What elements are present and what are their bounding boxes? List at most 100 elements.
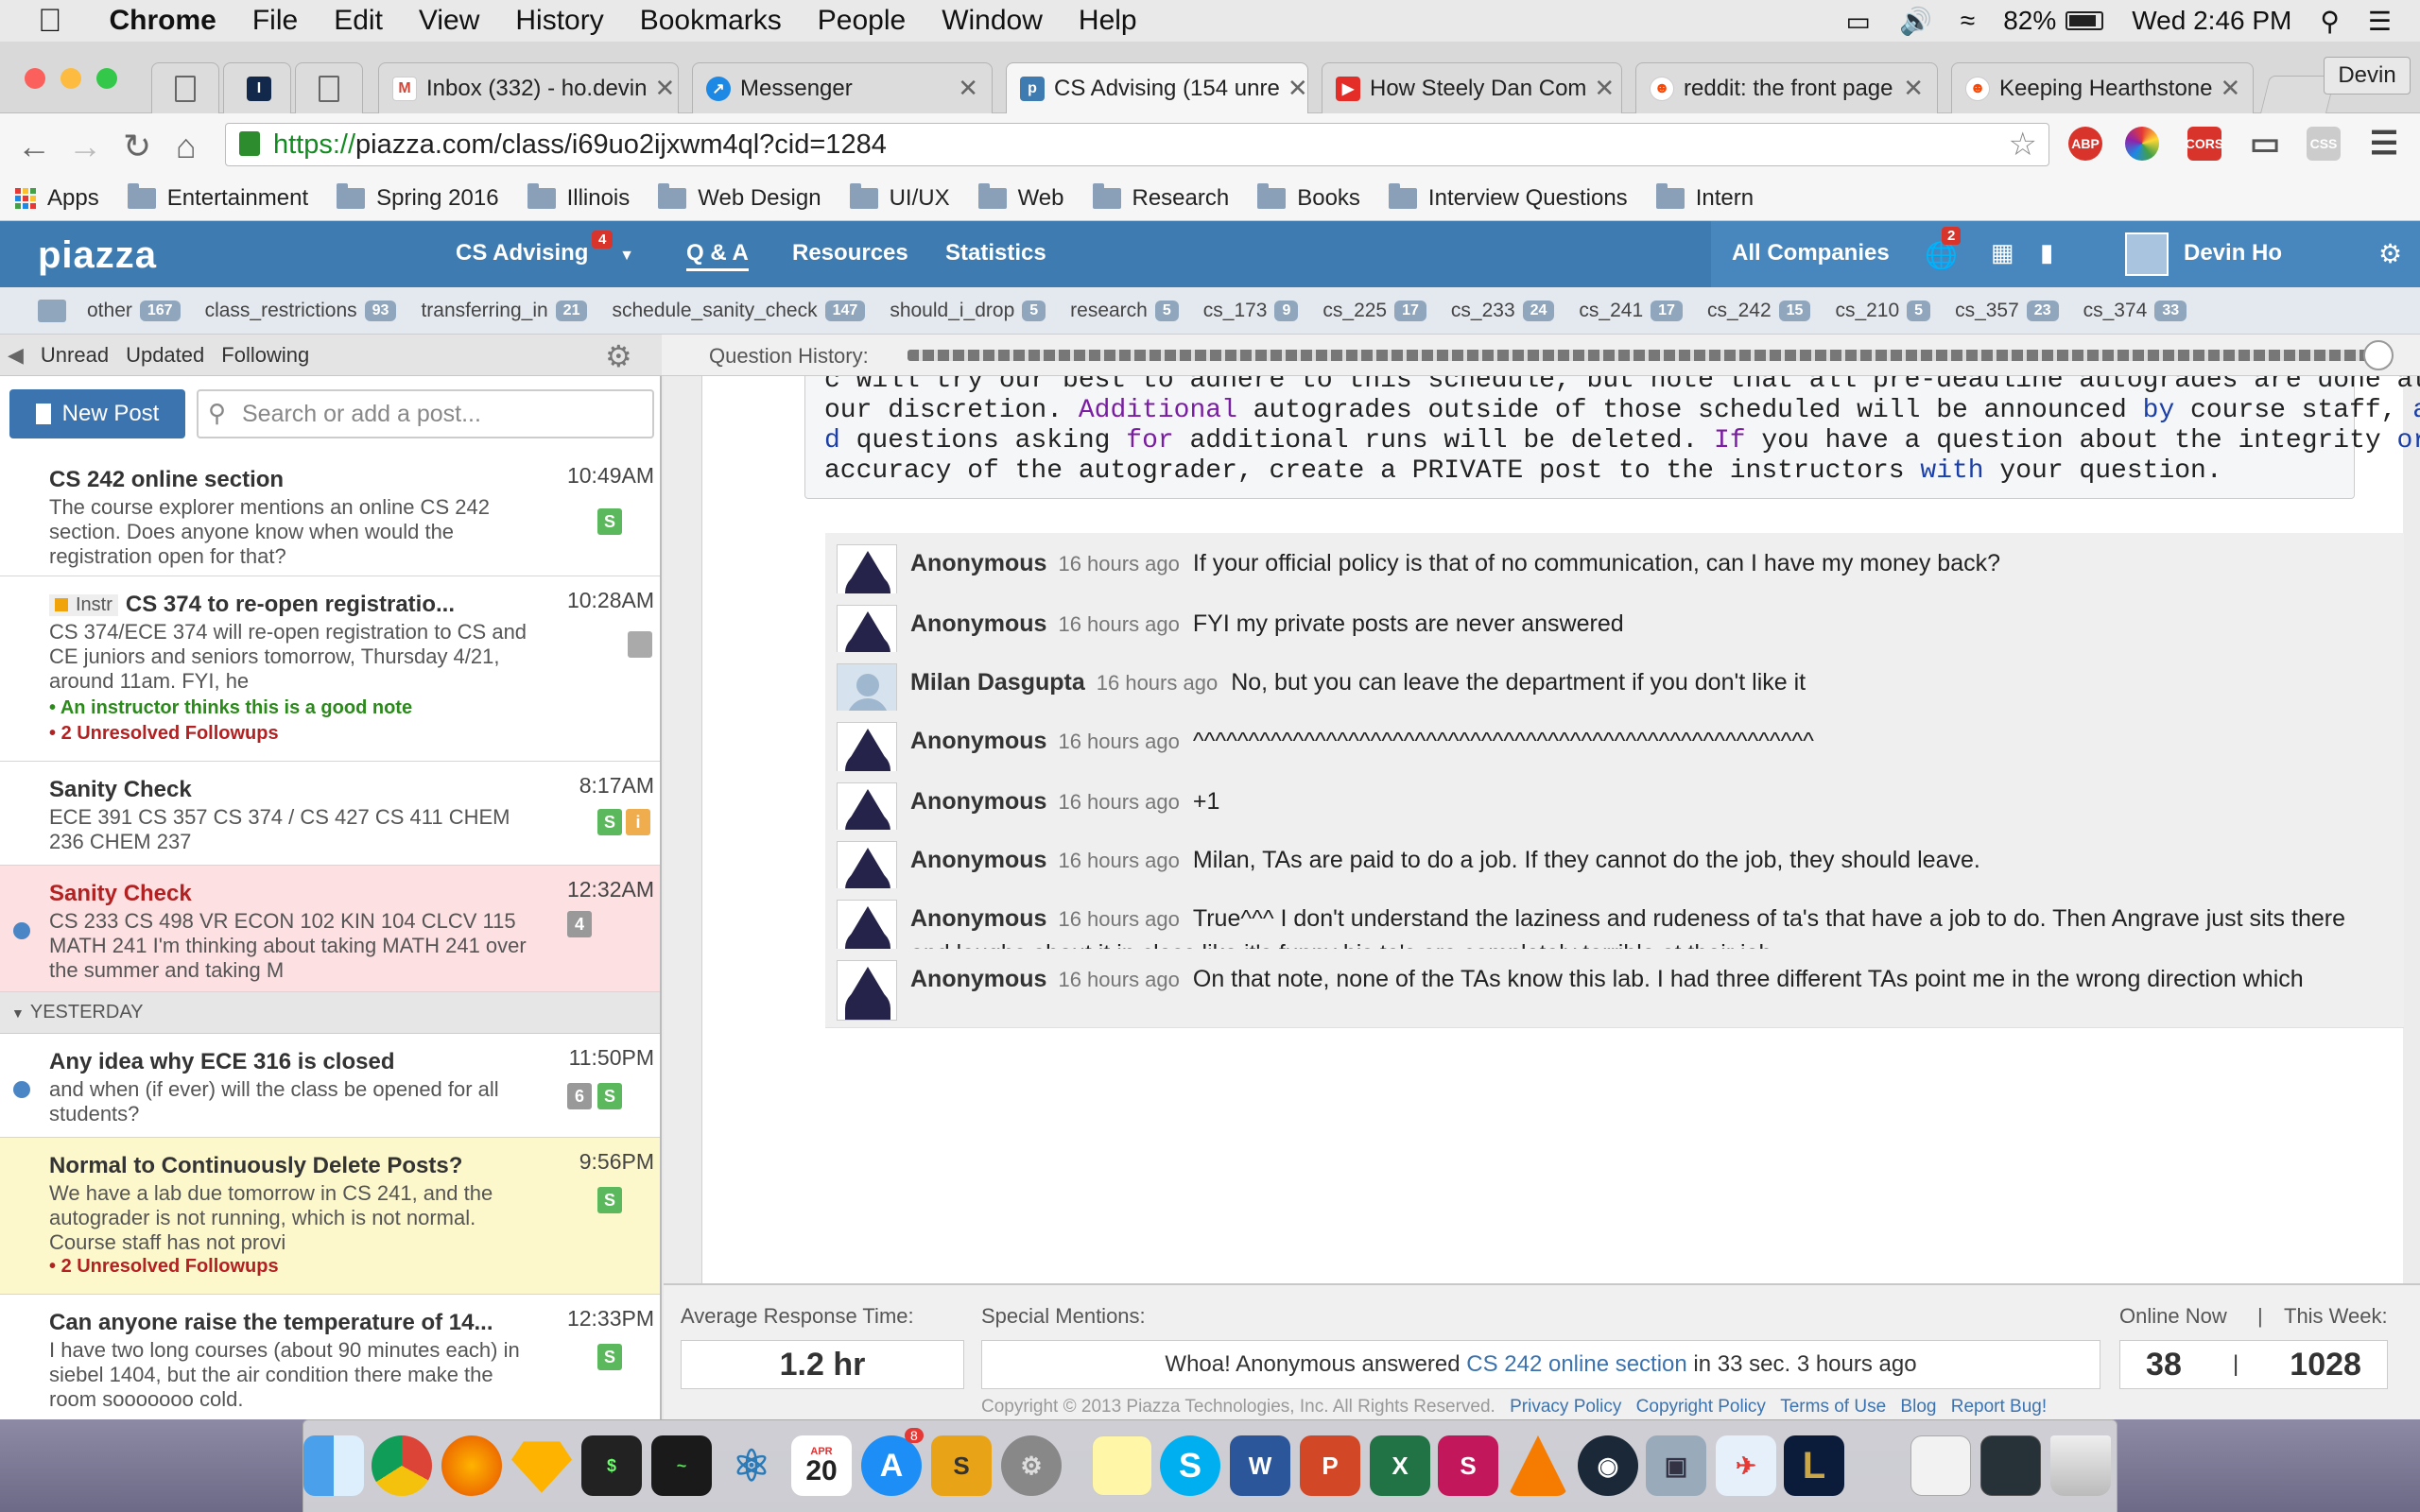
special-mention-link[interactable]: CS 242 online section [1466,1351,1686,1378]
tab-close-icon[interactable]: ✕ [1280,74,1307,103]
tab-reddit-hearthstone[interactable]: ☻ Keeping Hearthstone ✕ [1951,62,2254,113]
calendar-icon[interactable]: ▦ [1991,238,2014,267]
user-name[interactable]: Devin Ho [2184,240,2282,266]
folder-tab-cs-210[interactable]: cs_210 5 [1835,300,1931,322]
feed-item-pinned[interactable]: Normal to Continuously Delete Posts? We … [0,1138,660,1295]
nav-resources[interactable]: Resources [792,240,908,266]
tab-youtube[interactable]: ▶ How Steely Dan Com ✕ [1322,62,1622,113]
adblock-plus-icon[interactable]: ABP [2068,127,2102,161]
piazza-logo[interactable]: piazza [38,234,157,277]
bookmark-web-design[interactable]: Web Design [658,182,821,212]
author-name[interactable]: Anonymous [910,905,1046,932]
folder-tab-transferring-in[interactable]: transferring_in 21 [421,300,588,322]
airplay-icon[interactable]: ▭ [1845,6,1870,37]
color-wheel-icon[interactable] [2125,127,2159,161]
league-of-legends-icon[interactable]: L [1784,1435,1844,1496]
folder-tab-cs-225[interactable]: cs_225 17 [1322,300,1426,322]
sketch-icon[interactable] [511,1441,572,1493]
reload-icon[interactable]: ↻ [123,127,151,166]
cors-extension-icon[interactable]: CORS [2186,127,2223,161]
app-store-icon[interactable]: A [861,1435,922,1496]
notes-icon[interactable] [1092,1435,1152,1496]
wifi-icon[interactable]: ≈ [1961,6,1975,36]
author-name[interactable]: Anonymous [910,847,1046,873]
folder-tab-schedule-sanity-check[interactable]: schedule_sanity_check 147 [612,300,866,322]
battery-percent[interactable]: 82% [2003,6,2056,36]
author-name[interactable]: Anonymous [910,788,1046,815]
calendar-icon[interactable]: APR 20 [791,1435,852,1496]
author-name[interactable]: Anonymous [910,966,1046,992]
skype-icon[interactable]: S [1160,1435,1220,1496]
settings-gear-icon[interactable]: ⚙ [2378,238,2402,269]
trash-icon[interactable] [2050,1435,2111,1496]
tab-pinned-illinois[interactable]: I [223,62,291,113]
menu-history[interactable]: History [515,5,603,37]
slider-handle[interactable] [2363,340,2394,370]
folder-tab-other[interactable]: other 167 [87,300,181,322]
menu-app-chrome[interactable]: Chrome [110,5,216,37]
feed-item[interactable]: Sanity Check ECE 391 CS 357 CS 374 / CS … [0,762,660,866]
folder-tab-should-i-drop[interactable]: should_i_drop 5 [890,300,1046,322]
atom-icon[interactable]: ⚛ [721,1435,782,1496]
activity-monitor-icon[interactable]: ~ [651,1435,712,1496]
folder-tab-cs-374[interactable]: cs_374 33 [2083,300,2187,322]
tab-close-icon[interactable]: ✕ [647,74,675,103]
chrome-menu-icon[interactable]: ☰ [2367,126,2401,162]
menu-window[interactable]: Window [942,5,1043,37]
author-name[interactable]: Milan Dasgupta [910,669,1085,696]
steam-icon[interactable]: ◉ [1578,1435,1638,1496]
spotlight-search-icon[interactable]: ⚲ [2320,6,2340,37]
tab-close-icon[interactable]: ✕ [950,74,978,103]
powerpoint-icon[interactable]: P [1300,1435,1360,1496]
airmail-icon[interactable]: ✈ [1716,1435,1776,1496]
folder-icon[interactable] [38,299,66,322]
close-window-icon[interactable] [25,68,45,89]
bookmark-spring-2016[interactable]: Spring 2016 [337,182,499,212]
author-name[interactable]: Anonymous [910,610,1046,637]
forward-arrow-icon[interactable]: → [68,127,102,166]
tab-piazza-active[interactable]: p CS Advising (154 unre ✕ [1006,62,1308,113]
vlc-icon[interactable] [1508,1435,1568,1496]
chat-icon[interactable]: ▮ [2040,238,2053,267]
nav-statistics[interactable]: Statistics [945,240,1046,266]
downloads-stack-icon[interactable] [1910,1435,1971,1496]
folder-tab-cs-357[interactable]: cs_357 23 [1955,300,2059,322]
new-post-button[interactable]: New Post [9,389,185,438]
cast-icon[interactable]: ▭ [2248,126,2282,162]
feed-item[interactable]: Instr CS 374 to re-open registratio... CS… [0,576,660,762]
feed-item[interactable]: CS 242 online section The course explore… [0,452,660,576]
clock[interactable]: Wed 2:46 PM [2132,6,2291,36]
excel-icon[interactable]: X [1370,1435,1430,1496]
folder-tab-cs-233[interactable]: cs_233 24 [1451,300,1555,322]
menu-file[interactable]: File [252,5,298,37]
slack-style-icon[interactable]: S [1438,1435,1498,1496]
bookmark-entertainment[interactable]: Entertainment [127,182,308,212]
battery-icon[interactable] [2066,11,2104,30]
menu-bookmarks[interactable]: Bookmarks [640,5,782,37]
system-preferences-icon[interactable]: ⚙ [1001,1435,1062,1496]
bookmark-interview-questions[interactable]: Interview Questions [1388,182,1628,212]
menu-view[interactable]: View [419,5,479,37]
sublime-text-icon[interactable]: S [931,1435,992,1496]
home-icon[interactable]: ⌂ [176,127,197,166]
tab-pinned-blank-2[interactable] [295,62,363,113]
tab-gmail[interactable]: M Inbox (332) - ho.devin ✕ [378,62,679,113]
search-input[interactable]: ⚲ Search or add a post... [197,389,654,438]
filter-updated[interactable]: Updated [126,343,204,368]
author-name[interactable]: Anonymous [910,728,1046,754]
documents-stack-icon[interactable] [1980,1435,2041,1496]
all-companies-link[interactable]: All Companies [1732,240,1890,266]
apple-menu-icon[interactable]:  [38,3,62,40]
folder-tab-cs-173[interactable]: cs_173 9 [1203,300,1299,322]
nav-qa[interactable]: Q & A [686,240,749,271]
privacy-policy-link[interactable]: Privacy Policy [1510,1397,1621,1417]
collapse-left-icon[interactable]: ◀ [8,343,24,368]
tab-close-icon[interactable]: ✕ [1895,74,1924,103]
css-extension-icon[interactable]: CSS [2307,127,2341,161]
copyright-policy-link[interactable]: Copyright Policy [1636,1397,1766,1417]
bookmark-apps[interactable]: Apps [15,185,99,212]
bookmark-books[interactable]: Books [1257,182,1360,212]
bookmark-web[interactable]: Web [977,182,1064,212]
chrome-icon[interactable] [372,1435,432,1496]
zoom-window-icon[interactable] [96,68,117,89]
